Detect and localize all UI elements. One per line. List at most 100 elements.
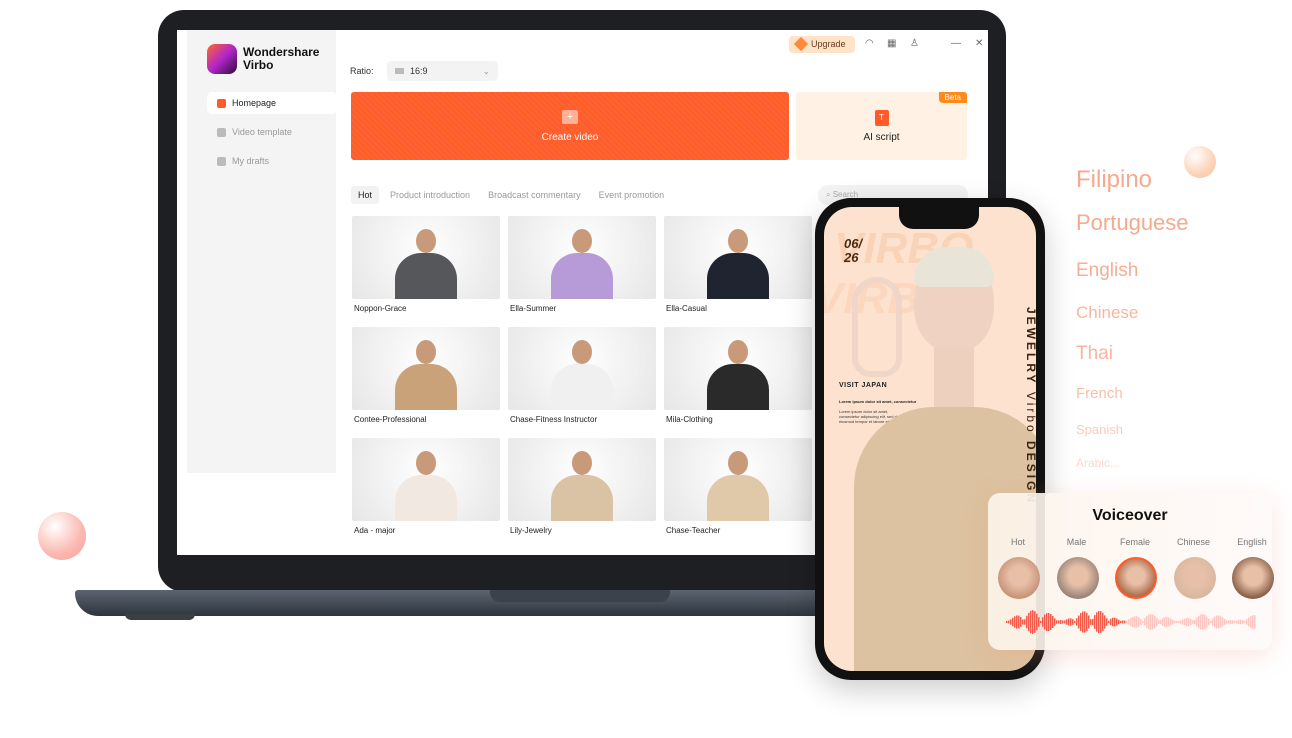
ai-script-button[interactable]: Beta T AI script [796,92,967,160]
beta-badge: Beta [938,92,967,103]
waveform-bar [1072,619,1074,625]
voiceover-tab-hot[interactable]: Hot [990,537,1046,547]
waveform-bar [1138,617,1140,627]
waveform-bar [1126,620,1128,624]
waveform-bar [1054,618,1056,626]
cube-icon [217,127,226,137]
voice-avatar[interactable] [1115,557,1157,599]
sidebar-item-video-template[interactable]: Video template [207,121,337,143]
laptop-foot [125,614,195,620]
waveform-bar [1022,619,1024,625]
waveform-bar [1042,617,1044,627]
waveform-bar [1096,612,1098,632]
voiceover-tab-female[interactable]: Female [1107,537,1163,547]
home-icon [217,98,226,108]
waveform-bar [1062,620,1064,624]
waveform-bar [1020,616,1022,628]
waveform-bar [1080,613,1082,631]
waveform-bar [1176,620,1178,624]
waveform-bar [1134,616,1136,628]
tab-hot[interactable]: Hot [351,186,380,204]
waveform-bar [1224,619,1226,625]
voiceover-tab-english[interactable]: English [1224,537,1280,547]
vertical-title: JEWELRY Virbo DESIGN [1024,307,1036,505]
waveform-bar [1046,613,1048,631]
voice-avatar[interactable] [1173,557,1216,599]
waveform-bar [1236,620,1238,624]
waveform-bar [1206,616,1208,628]
avatar-name: Lily-Jewelry [510,526,552,535]
waveform-bar [1246,619,1248,625]
sidebar-item-label: Video template [232,127,292,137]
voice-avatar[interactable] [1056,557,1099,599]
waveform-bar [1194,619,1196,625]
waveform-bar [1064,620,1066,624]
brand-name: Wondershare Virbo [243,46,319,72]
avatar-card[interactable] [352,216,500,299]
grid-icon[interactable]: ▦ [887,38,896,49]
upgrade-button[interactable]: Upgrade [789,36,855,53]
waveform-bar [1240,619,1242,625]
waveform-bar [1168,617,1170,627]
avatar-card[interactable] [508,438,656,521]
model-hair [914,247,994,287]
create-video-button[interactable]: + Create video [351,92,789,160]
waveform-bar [1018,615,1020,629]
headset-icon[interactable]: ◠ [865,38,874,49]
tab-broadcast-commentary[interactable]: Broadcast commentary [481,186,588,204]
ratio-value: 16:9 [410,66,428,76]
tab-event-promotion[interactable]: Event promotion [592,186,672,204]
waveform-bar [1088,615,1090,629]
waveform-bar [1164,617,1166,627]
visit-japan-text: VISIT JAPAN [839,382,888,389]
vertical-jewelry: JEWELRY [1024,307,1036,386]
avatar-card[interactable] [664,216,812,299]
voiceover-tab-chinese[interactable]: Chinese [1166,537,1222,547]
waveform-bar [1232,620,1234,624]
waveform-bar [1166,617,1168,627]
sidebar-item-my-drafts[interactable]: My drafts [207,150,337,172]
voice-avatar[interactable] [998,557,1040,599]
avatar-card[interactable] [508,216,656,299]
category-tabs: Hot Product introduction Broadcast comme… [351,186,671,204]
waveform-bar [1154,615,1156,629]
avatar-card[interactable] [664,438,812,521]
waveform-bar [1172,619,1174,625]
avatar-figure [703,334,773,410]
minimize-icon[interactable]: — [951,38,961,49]
voiceover-tab-male[interactable]: Male [1049,537,1105,547]
tab-product-introduction[interactable]: Product introduction [383,186,477,204]
ratio-select[interactable]: 16:9 ⌄ [387,61,498,81]
waveform-bar [1212,618,1214,626]
brand-line: Virbo [243,58,274,72]
avatar-figure [547,445,617,521]
avatar-card[interactable] [352,327,500,410]
waveform-bar [1110,618,1112,626]
avatar-card[interactable] [508,327,656,410]
virbo-logo [207,44,237,74]
waveform-bar [1058,620,1060,624]
waveform-bar [1112,617,1114,627]
sidebar: Wondershare Virbo Homepage Video template… [187,30,337,473]
avatar-card[interactable] [352,438,500,521]
avatar-figure [703,445,773,521]
voiceover-title: Voiceover [1092,507,1168,524]
screen-icon [395,68,404,74]
avatar-name: Contee-Professional [354,415,427,424]
avatar-body [707,364,769,410]
waveform-bar [1102,612,1104,632]
waveform-bar [1150,614,1152,630]
voice-avatar[interactable] [1232,557,1274,599]
avatar-card[interactable] [664,327,812,410]
user-icon[interactable]: ♙ [910,38,919,49]
ai-script-label: AI script [863,132,900,143]
close-icon[interactable]: ✕ [975,38,983,49]
waveform-bar [1160,619,1162,625]
avatar-figure [547,223,617,299]
waveform-bar [1092,618,1094,626]
sidebar-item-homepage[interactable]: Homepage [207,92,337,114]
laptop-base [75,590,885,616]
waveform-bar [1144,618,1146,626]
waveform-bar [1012,617,1014,627]
waveform-bar [1030,610,1032,634]
